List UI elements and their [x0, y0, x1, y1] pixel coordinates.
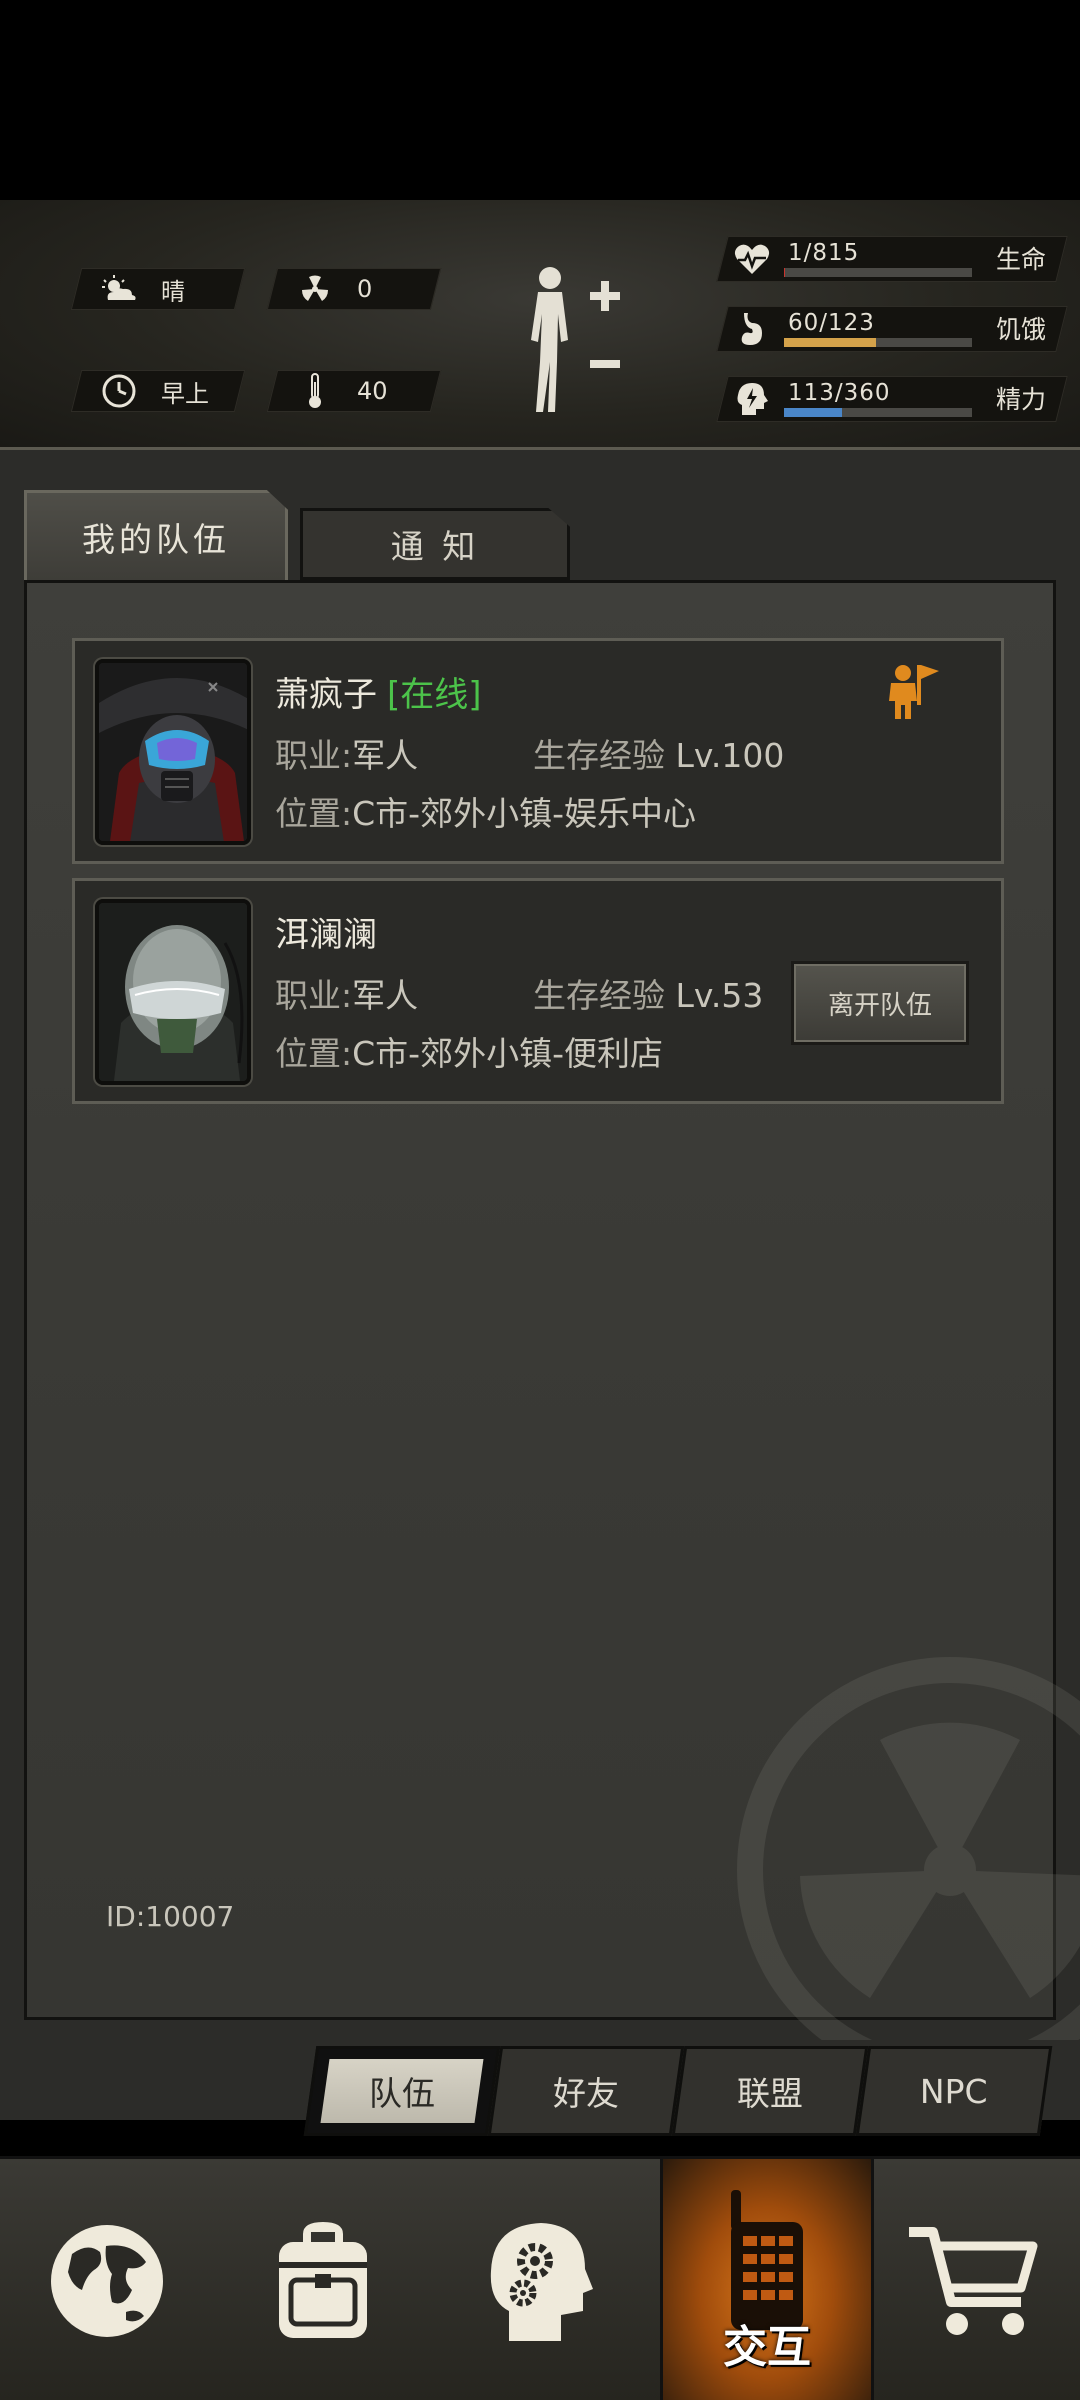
member-job-row: 职业:军人 — [275, 729, 418, 777]
leave-team-button[interactable]: 离开队伍 — [791, 961, 969, 1045]
nav-backpack[interactable] — [216, 2159, 430, 2400]
member-location: C市-郊外小镇-便利店 — [352, 1034, 663, 1073]
body-status-button[interactable] — [520, 262, 630, 422]
hunger-stat: 60/123 饥饿 — [716, 306, 1068, 352]
hunger-bar — [784, 338, 972, 347]
nav-world-map[interactable] — [0, 2159, 214, 2400]
member-job-row: 职业:军人 — [275, 969, 418, 1017]
subtab-team-label: 队伍 — [369, 2074, 435, 2113]
subtab-alliance[interactable]: 联盟 — [671, 2046, 869, 2136]
subtab-alliance-label: 联盟 — [737, 2074, 803, 2113]
member-level: Lv.100 — [675, 736, 785, 775]
team-leader-flag-icon — [889, 665, 939, 719]
subtab-friends-label: 好友 — [553, 2074, 619, 2113]
body-figure-icon — [531, 267, 620, 412]
heart-icon — [734, 244, 770, 274]
member-name-row: 萧疯子 [在线] — [275, 667, 482, 716]
time-text: 早上 — [161, 379, 209, 408]
cloud-sun-icon — [99, 269, 139, 309]
radiation-icon — [295, 269, 335, 309]
energy-value: 113/360 — [788, 380, 891, 406]
backpack-icon — [279, 2222, 367, 2338]
nav-skills[interactable] — [432, 2159, 646, 2400]
member-location-row: 位置:C市-郊外小镇-便利店 — [275, 1027, 663, 1075]
member-level: Lv.53 — [675, 976, 764, 1015]
subtab-team[interactable]: 队伍 — [303, 2046, 501, 2136]
online-status: [在线] — [387, 675, 482, 715]
head-gears-icon — [490, 2223, 593, 2341]
subtab-npc-label: NPC — [920, 2071, 988, 2111]
nav-shop[interactable] — [866, 2159, 1080, 2400]
globe-icon — [51, 2225, 163, 2337]
energy-stat: 113/360 精力 — [716, 376, 1068, 422]
health-label: 生命 — [995, 245, 1046, 274]
nav-interaction-label: 交互 — [723, 2322, 811, 2373]
health-stat: 1/815 生命 — [716, 236, 1068, 282]
member-avatar — [95, 899, 251, 1085]
tab-notice[interactable]: 通 知 — [300, 508, 570, 580]
energy-icon — [737, 383, 768, 415]
subtab-friends[interactable]: 好友 — [487, 2046, 685, 2136]
member-location: C市-郊外小镇-娱乐中心 — [352, 794, 696, 833]
exp-label: 生存经验 — [533, 736, 665, 775]
player-id: ID:10007 — [106, 1900, 235, 1933]
clock-icon — [99, 371, 139, 411]
health-bar — [784, 268, 972, 277]
member-location-row: 位置:C市-郊外小镇-娱乐中心 — [275, 787, 696, 835]
member-avatar — [95, 659, 251, 845]
tab-my-team-label: 我的队伍 — [82, 519, 230, 559]
energy-bar — [784, 408, 972, 417]
thermometer-icon — [295, 371, 335, 411]
weather-chip: 晴 — [70, 268, 246, 310]
team-member-card[interactable]: 洱澜澜 职业:军人 生存经验 Lv.53 位置:C市-郊外小镇-便利店 离开队伍 — [72, 878, 1004, 1104]
radiation-watermark-icon — [737, 1657, 1080, 2040]
radiation-value: 0 — [357, 275, 373, 303]
tab-my-team[interactable]: 我的队伍 — [24, 490, 288, 580]
location-label: 位置: — [275, 794, 353, 833]
temperature-chip: 40 — [266, 370, 442, 412]
member-name: 洱澜澜 — [275, 915, 377, 955]
member-job: 军人 — [352, 976, 419, 1015]
time-chip: 早上 — [70, 370, 246, 412]
social-subtabs: 队伍 好友 联盟 NPC — [296, 2046, 1058, 2136]
exp-label: 生存经验 — [533, 976, 665, 1015]
location-label: 位置: — [275, 1034, 353, 1073]
bottom-nav: 交互 — [0, 2156, 1080, 2400]
shopping-cart-icon — [909, 2227, 1038, 2335]
job-label: 职业: — [275, 736, 353, 775]
nav-interaction[interactable]: 交互 — [660, 2159, 874, 2400]
radiation-chip: 0 — [266, 268, 442, 310]
job-label: 职业: — [275, 976, 353, 1015]
member-name: 萧疯子 — [275, 675, 377, 715]
stomach-icon — [741, 313, 762, 345]
temperature-value: 40 — [357, 377, 388, 405]
member-job: 军人 — [352, 736, 419, 775]
tab-notice-label: 通 知 — [390, 527, 480, 566]
hunger-value: 60/123 — [788, 310, 875, 336]
member-exp-row: 生存经验 Lv.100 — [533, 729, 784, 777]
subtab-npc[interactable]: NPC — [855, 2046, 1053, 2136]
member-name-row: 洱澜澜 — [275, 907, 377, 956]
team-member-card[interactable]: 萧疯子 [在线] 职业:军人 生存经验 Lv.100 位置:C市-郊外小镇-娱乐中… — [72, 638, 1004, 864]
hunger-label: 饥饿 — [995, 315, 1046, 344]
weather-text: 晴 — [161, 277, 185, 306]
health-value: 1/815 — [788, 240, 860, 266]
member-exp-row: 生存经验 Lv.53 — [533, 969, 763, 1017]
energy-label: 精力 — [995, 385, 1046, 414]
